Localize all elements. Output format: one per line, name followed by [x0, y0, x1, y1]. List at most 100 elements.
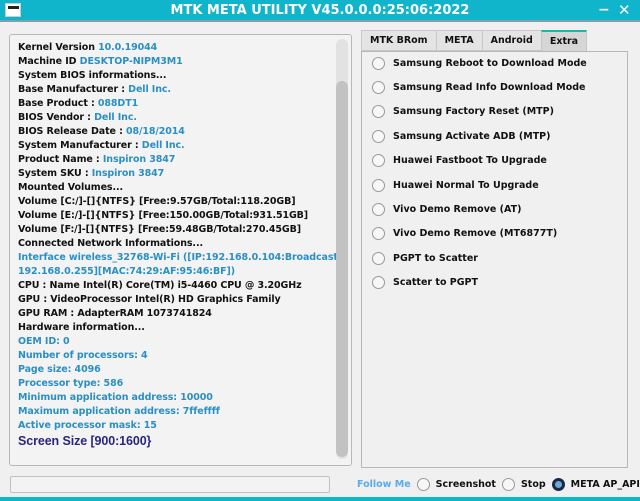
tab-extra[interactable]: Extra — [540, 30, 588, 52]
meta-ap-api-radio[interactable] — [551, 478, 565, 491]
extra-option-label: Vivo Demo Remove (AT) — [393, 203, 522, 215]
info-line: Mounted Volumes... — [18, 181, 338, 195]
stop-radio[interactable] — [501, 478, 515, 491]
info-label: BIOS Release Date : — [18, 126, 126, 137]
radio-button[interactable] — [372, 178, 385, 192]
radio-button[interactable] — [372, 129, 385, 143]
extra-option-label: Huawei Normal To Upgrade — [393, 179, 539, 191]
extra-option-label: Samsung Reboot to Download Mode — [393, 57, 587, 69]
extra-panel: Samsung Reboot to Download Mode Samsung R… — [361, 51, 628, 468]
screen-size-line: Screen Size [900:1600} — [18, 434, 152, 448]
hardware-detail-line: OEM ID: 0 — [18, 336, 70, 347]
info-value: 08/18/2014 — [125, 126, 185, 137]
tab-mtk-brom[interactable]: MTK BRom — [361, 30, 437, 51]
info-line: BIOS Vendor : Dell Inc. — [18, 111, 338, 125]
info-line: Connected Network Informations... — [18, 237, 338, 251]
extra-option-label: Samsung Activate ADB (MTP) — [393, 130, 551, 142]
info-line: Volume [F:/]-[]{NTFS} [Free:59.48GB/Tota… — [18, 223, 338, 237]
network-line: 192.168.0.255][MAC:74:29:AF:95:46:BF]) — [18, 266, 236, 277]
bottom-accent-line — [0, 497, 640, 501]
info-value: Dell Inc. — [141, 140, 185, 151]
info-label: BIOS Vendor : — [18, 112, 95, 123]
extra-option[interactable]: Samsung Factory Reset (MTP) — [372, 104, 554, 120]
info-line: Base Manufacturer : Dell Inc. — [18, 83, 338, 97]
tab-strip: MTK BRom META Android Extra — [361, 30, 588, 52]
info-line: BIOS Release Date : 08/18/2014 — [18, 125, 338, 139]
info-line: Volume [E:/]-[]{NTFS} [Free:150.00GB/Tot… — [18, 209, 338, 223]
meta-ap-api-label[interactable]: META AP_API — [571, 479, 640, 490]
info-line: Machine ID DESKTOP-NIPM3M1 — [18, 55, 338, 69]
info-label: Product Name : — [18, 154, 103, 165]
info-label: Mounted Volumes... — [18, 182, 124, 193]
info-line: Volume [C:/]-[]{NTFS} [Free:9.57GB/Total… — [18, 195, 338, 209]
hardware-detail-line: Number of processors: 4 — [18, 350, 148, 361]
info-label: Base Product : — [18, 98, 98, 109]
scrollbar[interactable] — [336, 39, 348, 459]
info-label: Machine ID — [18, 56, 80, 67]
screenshot-radio[interactable] — [416, 478, 430, 491]
screenshot-label[interactable]: Screenshot — [436, 479, 496, 490]
extra-option-label: Samsung Read Info Download Mode — [393, 81, 586, 93]
minimize-button[interactable]: − — [598, 0, 610, 20]
hardware-line: GPU : VideoProcessor Intel(R) HD Graphic… — [18, 294, 281, 305]
info-value: DESKTOP-NIPM3M1 — [79, 56, 183, 67]
info-label: Volume [E:/]-[]{NTFS} [Free:150.00GB/Tot… — [18, 210, 309, 221]
info-value: Inspiron 3847 — [102, 154, 176, 165]
extra-option[interactable]: Samsung Activate ADB (MTP) — [372, 128, 550, 144]
hardware-detail-line: Processor type: 586 — [18, 378, 124, 389]
extra-option[interactable]: Huawei Normal To Upgrade — [372, 177, 539, 193]
info-line: System SKU : Inspiron 3847 — [18, 167, 338, 181]
follow-me-link[interactable]: Follow Me — [357, 479, 411, 490]
extra-option[interactable]: Samsung Read Info Download Mode — [372, 79, 585, 95]
radio-button[interactable] — [372, 227, 385, 241]
network-line: Interface wireless_32768-Wi-Fi ([IP:192.… — [18, 252, 342, 263]
radio-button[interactable] — [372, 154, 385, 168]
scrollbar-thumb[interactable] — [336, 81, 348, 457]
extra-option-label: PGPT to Scatter — [393, 252, 478, 264]
extra-option-label: Scatter to PGPT — [393, 277, 478, 289]
info-value: Inspiron 3847 — [91, 168, 165, 179]
info-label: Kernel Version — [18, 42, 99, 53]
info-line: Product Name : Inspiron 3847 — [18, 153, 338, 167]
radio-button[interactable] — [372, 56, 385, 70]
hardware-line: GPU RAM : AdapterRAM 1073741824 — [18, 308, 212, 319]
hardware-detail-line: Maximum application address: 7ffeffff — [18, 406, 220, 417]
progress-bar — [10, 476, 330, 493]
extra-option-label: Samsung Factory Reset (MTP) — [393, 106, 554, 118]
extra-option-label: Vivo Demo Remove (MT6877T) — [393, 228, 558, 240]
window-title: MTK META UTILITY V45.0.0.0:25:06:2022 — [170, 3, 470, 18]
hardware-detail-line: Active processor mask: 15 — [18, 420, 157, 431]
info-log-panel: Kernel Version 10.0.19044 Machine ID DESK… — [9, 34, 352, 466]
radio-button[interactable] — [372, 105, 385, 119]
info-label: System SKU : — [18, 168, 92, 179]
info-line: Base Product : 088DT1 — [18, 97, 338, 111]
radio-button[interactable] — [372, 276, 385, 290]
info-label: Connected Network Informations... — [18, 238, 203, 249]
info-label: Base Manufacturer : — [18, 84, 129, 95]
extra-option[interactable]: Vivo Demo Remove (AT) — [372, 201, 521, 217]
close-button[interactable]: ✕ — [618, 0, 631, 20]
info-label: Volume [F:/]-[]{NTFS} [Free:59.48GB/Tota… — [18, 224, 302, 235]
info-value: 10.0.19044 — [98, 42, 158, 53]
info-label: Volume [C:/]-[]{NTFS} [Free:9.57GB/Total… — [18, 196, 296, 207]
extra-option[interactable]: PGPT to Scatter — [372, 250, 478, 266]
tab-meta[interactable]: META — [435, 30, 483, 51]
extra-option[interactable]: Samsung Reboot to Download Mode — [372, 55, 587, 71]
radio-button[interactable] — [372, 251, 385, 265]
app-logo-icon — [5, 3, 21, 17]
title-bar: MTK META UTILITY V45.0.0.0:25:06:2022 − … — [0, 0, 640, 22]
radio-button[interactable] — [372, 202, 385, 216]
extra-option-label: Huawei Fastboot To Upgrade — [393, 155, 547, 167]
info-value: Dell Inc. — [128, 84, 171, 95]
info-line: Kernel Version 10.0.19044 — [18, 41, 338, 55]
info-value: 088DT1 — [97, 98, 139, 109]
extra-option[interactable]: Scatter to PGPT — [372, 275, 478, 291]
extra-option[interactable]: Huawei Fastboot To Upgrade — [372, 153, 547, 169]
extra-option[interactable]: Vivo Demo Remove (MT6877T) — [372, 226, 557, 242]
stop-label[interactable]: Stop — [521, 479, 546, 490]
tab-android[interactable]: Android — [481, 30, 542, 51]
info-label: System Manufacturer : — [18, 140, 142, 151]
radio-button[interactable] — [372, 80, 385, 94]
footer-options: Follow Me Screenshot Stop META AP_API — [357, 478, 640, 491]
hardware-line: Hardware information... — [18, 322, 145, 333]
